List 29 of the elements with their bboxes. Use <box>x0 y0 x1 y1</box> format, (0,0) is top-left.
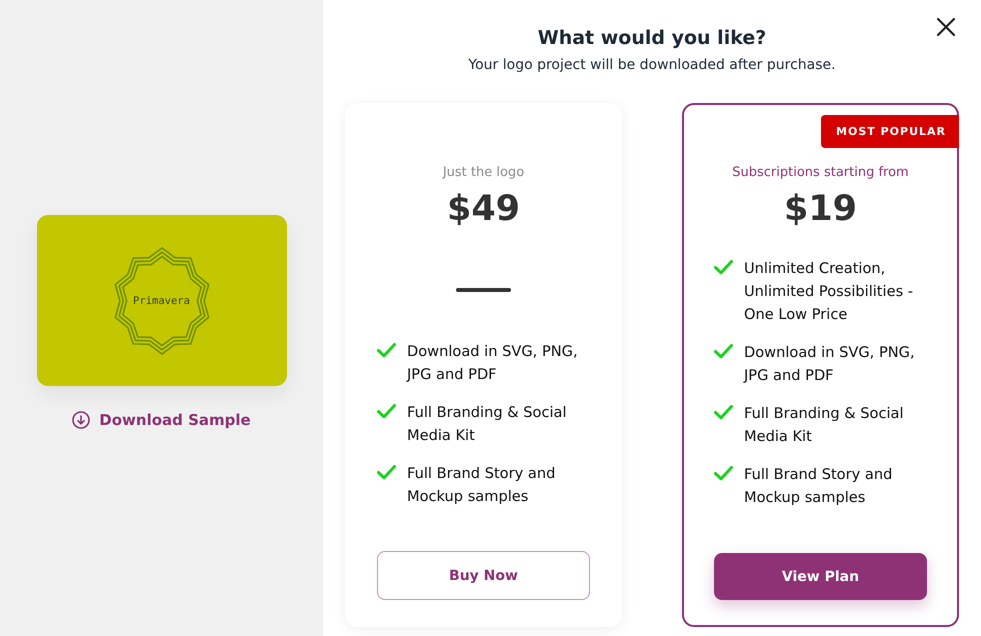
feature-text: Unlimited Creation, Unlimited Possibilities - One Low Price <box>744 259 914 325</box>
plan-price: $49 <box>446 188 522 231</box>
check-icon <box>714 405 733 420</box>
check-icon <box>714 344 733 359</box>
plan-subtitle: Subscriptions starting from <box>731 165 910 181</box>
feature-text: Full Brand Story and Mockup samples <box>744 465 894 508</box>
feature-text: Full Branding & Social Media Kit <box>744 404 905 447</box>
close-button[interactable] <box>936 17 956 37</box>
feature-text: Full Brand Story and Mockup samples <box>407 464 556 507</box>
check-icon <box>714 260 733 275</box>
download-icon <box>72 411 90 429</box>
dialog-subtitle: Your logo project will be downloaded after purchase. <box>468 57 836 74</box>
check-icon <box>377 404 396 419</box>
plan-button[interactable]: Buy Now <box>377 551 590 600</box>
plan-subtitle: Just the logo <box>441 165 526 181</box>
logo-text: Primavera <box>133 294 190 306</box>
check-icon <box>377 343 396 358</box>
feature-text: Download in SVG, PNG, JPG and PDF <box>744 343 916 386</box>
plan-button[interactable]: View Plan <box>714 553 927 600</box>
feature-text: Full Branding & Social Media Kit <box>407 403 568 446</box>
plan-price: $19 <box>782 188 858 231</box>
dialog-title: What would you like? <box>538 26 766 50</box>
dash-line <box>456 288 511 292</box>
feature-text: Download in SVG, PNG, JPG and PDF <box>407 342 579 385</box>
check-icon <box>714 466 733 481</box>
download-sample-link[interactable]: Download Sample <box>72 411 251 429</box>
check-icon <box>377 465 396 480</box>
close-icon <box>936 17 956 37</box>
popular-badge: MOST POPULAR <box>821 115 959 148</box>
